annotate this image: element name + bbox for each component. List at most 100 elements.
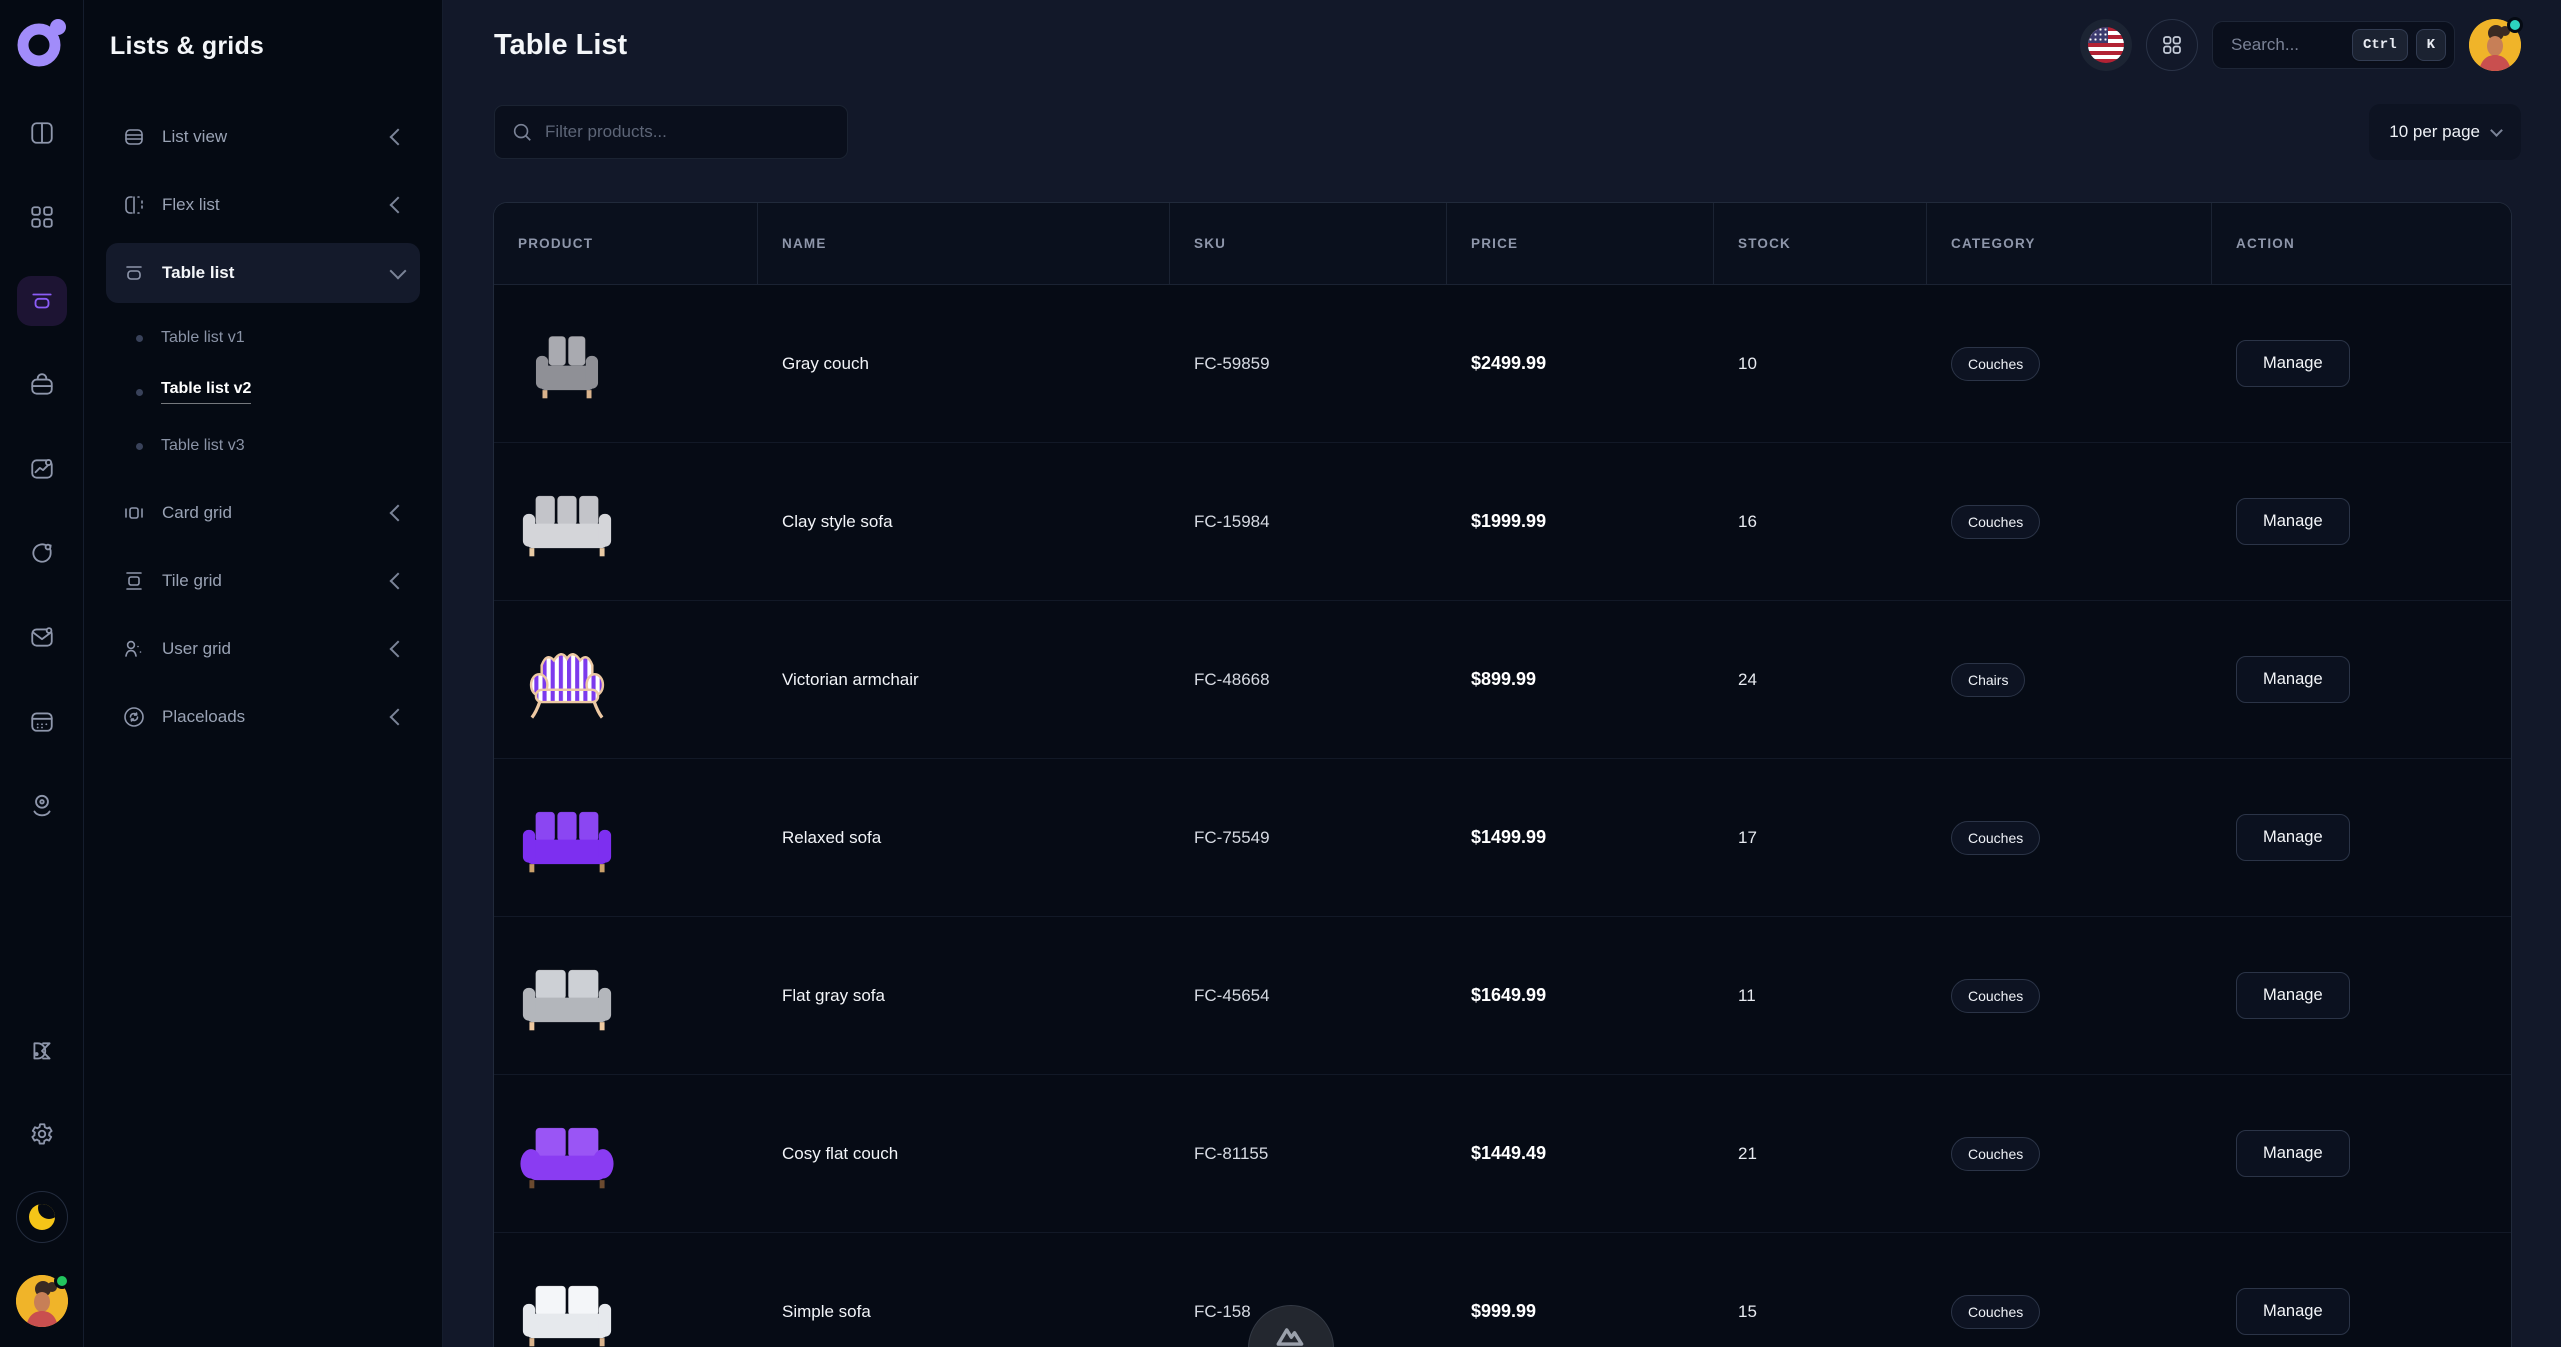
chevron-left-icon (390, 505, 407, 522)
design-icon[interactable] (17, 1027, 67, 1077)
per-page-select[interactable]: 10 per page (2369, 104, 2521, 160)
product-cell (494, 1233, 758, 1347)
col-header-action: ACTION (2212, 203, 2511, 285)
filter-products-input[interactable]: Filter products... (494, 105, 848, 159)
grid-icon[interactable] (17, 192, 67, 242)
header-user-avatar[interactable] (2469, 19, 2521, 71)
app-logo-icon[interactable] (16, 16, 68, 68)
briefcase-icon[interactable] (17, 360, 67, 410)
calendar-icon[interactable] (17, 696, 67, 746)
product-image (518, 321, 616, 407)
topbar: Table List Search... Ctrl K (443, 0, 2561, 90)
product-cell (494, 285, 758, 442)
table-body: Gray couch FC-59859 $2499.99 10 Couches … (494, 285, 2511, 1347)
bullet-icon (136, 335, 143, 342)
manage-button[interactable]: Manage (2236, 1130, 2350, 1177)
category-badge: Chairs (1951, 663, 2025, 697)
category-cell: Couches (1927, 1075, 2212, 1232)
chart-photo-icon[interactable] (17, 444, 67, 494)
action-cell: Manage (2212, 443, 2511, 600)
category-cell: Couches (1927, 285, 2212, 442)
action-cell: Manage (2212, 917, 2511, 1074)
category-cell: Couches (1927, 759, 2212, 916)
product-name: Victorian armchair (758, 601, 1170, 758)
manage-button[interactable]: Manage (2236, 498, 2350, 545)
manage-button[interactable]: Manage (2236, 1288, 2350, 1335)
product-name: Gray couch (758, 285, 1170, 442)
chevron-down-icon (2490, 124, 2503, 137)
product-stock: 17 (1714, 759, 1927, 916)
product-name: Clay style sofa (758, 443, 1170, 600)
manage-button[interactable]: Manage (2236, 656, 2350, 703)
sidebar-item-table-list[interactable]: Table list (106, 243, 420, 303)
chevron-down-icon (390, 263, 407, 280)
table-list-subnav: Table list v1 Table list v2 Table list v… (106, 311, 420, 473)
apps-grid-button[interactable] (2146, 19, 2198, 71)
table-toolbar: Filter products... 10 per page (443, 90, 2561, 160)
list-view-icon (122, 125, 146, 149)
action-cell: Manage (2212, 601, 2511, 758)
sidebar-item-list-view[interactable]: List view (106, 107, 420, 167)
table-list-icon[interactable] (17, 276, 67, 326)
language-button[interactable] (2080, 19, 2132, 71)
table-row: Clay style sofa FC-15984 $1999.99 16 Cou… (494, 442, 2511, 600)
main-content: Table List Search... Ctrl K Filter produ… (443, 0, 2561, 1347)
mail-icon[interactable] (17, 612, 67, 662)
product-name: Simple sofa (758, 1233, 1170, 1347)
col-header-product: PRODUCT (494, 203, 758, 285)
sidebar-item-user-grid[interactable]: User grid (106, 619, 420, 679)
product-image (518, 1269, 616, 1347)
tile-grid-icon (122, 569, 146, 593)
product-stock: 24 (1714, 601, 1927, 758)
product-price: $1649.99 (1447, 917, 1714, 1074)
product-image (518, 953, 616, 1039)
apps-grid-icon (2160, 33, 2184, 57)
category-badge: Couches (1951, 347, 2040, 381)
sidebar-user-avatar[interactable] (16, 1275, 68, 1327)
gear-icon[interactable] (17, 1109, 67, 1159)
flex-list-icon (122, 193, 146, 217)
us-flag-icon (2088, 27, 2124, 63)
col-header-name: NAME (758, 203, 1170, 285)
table-row: Simple sofa FC-158 $999.99 15 Couches Ma… (494, 1232, 2511, 1347)
online-status-dot (54, 1273, 70, 1289)
sidebar-subitem-table-list-v2[interactable]: Table list v2 (106, 365, 420, 419)
category-badge: Couches (1951, 1295, 2040, 1329)
col-header-stock: STOCK (1714, 203, 1927, 285)
sidebar-item-flex-list[interactable]: Flex list (106, 175, 420, 235)
manage-button[interactable]: Manage (2236, 972, 2350, 1019)
sidebar-item-placeloads[interactable]: Placeloads (106, 687, 420, 747)
sidebar-item-card-grid[interactable]: Card grid (106, 483, 420, 543)
filter-placeholder: Filter products... (545, 122, 667, 142)
table-row: Gray couch FC-59859 $2499.99 10 Couches … (494, 285, 2511, 442)
sidebar-subitem-table-list-v3[interactable]: Table list v3 (106, 419, 420, 473)
products-table: PRODUCT NAME SKU PRICE STOCK CATEGORY AC… (493, 202, 2512, 1347)
product-cell (494, 759, 758, 916)
global-search-input[interactable]: Search... Ctrl K (2212, 21, 2455, 69)
product-price: $1449.49 (1447, 1075, 1714, 1232)
col-header-category: CATEGORY (1927, 203, 2212, 285)
product-image (518, 1111, 616, 1197)
product-image (518, 637, 616, 723)
chevron-left-icon (390, 709, 407, 726)
table-row: Relaxed sofa FC-75549 $1499.99 17 Couche… (494, 758, 2511, 916)
manage-button[interactable]: Manage (2236, 814, 2350, 861)
product-price: $1999.99 (1447, 443, 1714, 600)
manage-button[interactable]: Manage (2236, 340, 2350, 387)
user-grid-icon (122, 637, 146, 661)
col-header-sku: SKU (1170, 203, 1447, 285)
product-sku: FC-15984 (1170, 443, 1447, 600)
theme-toggle[interactable] (16, 1191, 68, 1243)
product-price: $1499.99 (1447, 759, 1714, 916)
chat-icon[interactable] (17, 528, 67, 578)
category-cell: Chairs (1927, 601, 2212, 758)
location-icon[interactable] (17, 780, 67, 830)
status-dot (2507, 17, 2523, 33)
placeloads-icon (122, 705, 146, 729)
sidebar-subitem-table-list-v1[interactable]: Table list v1 (106, 311, 420, 365)
sidebar-item-tile-grid[interactable]: Tile grid (106, 551, 420, 611)
action-cell: Manage (2212, 759, 2511, 916)
panels-icon[interactable] (17, 108, 67, 158)
product-sku: FC-48668 (1170, 601, 1447, 758)
product-sku: FC-81155 (1170, 1075, 1447, 1232)
